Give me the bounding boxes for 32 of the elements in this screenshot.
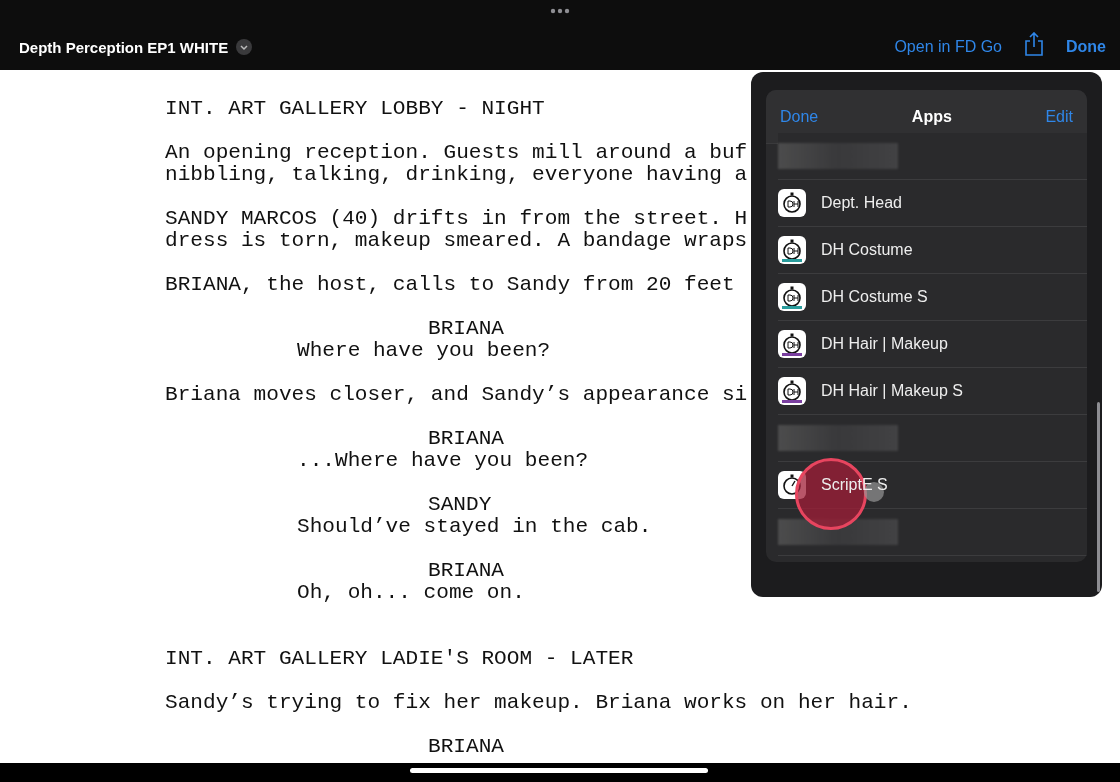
- character-name: BRIANA: [428, 735, 504, 757]
- dialogue-line: ...Where have you been?: [297, 449, 589, 471]
- stopwatch-icon: [778, 189, 806, 217]
- action-line: SANDY MARCOS (40) drifts in from the street. H: [165, 207, 748, 229]
- stopwatch-icon: [778, 236, 806, 264]
- action-line: BRIANA, the host, calls to Sandy from 20 feet: [165, 273, 735, 295]
- action-line: An opening reception. Guests mill around a buf: [165, 141, 748, 163]
- character-name: BRIANA: [428, 559, 504, 581]
- more-icon[interactable]: [550, 8, 570, 14]
- stopwatch-icon: [778, 283, 806, 311]
- open-in-link[interactable]: Open in FD Go: [894, 38, 1002, 56]
- document-title: Depth Perception EP1 WHITE: [19, 39, 229, 56]
- action-line: dress is torn, makeup smeared. A bandage wraps: [165, 229, 748, 251]
- sheet-title: Apps: [911, 107, 952, 126]
- action-line: nibbling, talking, drinking, everyone having a: [165, 163, 748, 185]
- done-button[interactable]: Done: [1066, 38, 1106, 56]
- share-icon[interactable]: [1024, 32, 1044, 56]
- edit-button[interactable]: Edit: [1045, 107, 1073, 126]
- character-name: BRIANA: [428, 317, 504, 339]
- stopwatch-icon: [778, 330, 806, 358]
- action-line: Briana moves closer, and Sandy’s appearance si: [165, 383, 748, 405]
- action-line: Sandy’s trying to fix her makeup. Briana works on her hair.: [165, 691, 912, 713]
- scene-heading: INT. ART GALLERY LOBBY - NIGHT: [165, 97, 545, 119]
- stopwatch-icon: [778, 377, 806, 405]
- character-name: BRIANA: [428, 427, 504, 449]
- dialogue-line: Oh, oh... come on.: [297, 581, 525, 603]
- done-button[interactable]: Done: [780, 107, 819, 126]
- chevron-down-icon[interactable]: [236, 39, 253, 55]
- scene-heading: INT. ART GALLERY LADIE'S ROOM - LATER: [165, 647, 634, 669]
- character-name: SANDY: [428, 493, 492, 515]
- dialogue-line: Where have you been?: [297, 339, 551, 361]
- dialogue-line: Should’ve stayed in the cab.: [297, 515, 652, 537]
